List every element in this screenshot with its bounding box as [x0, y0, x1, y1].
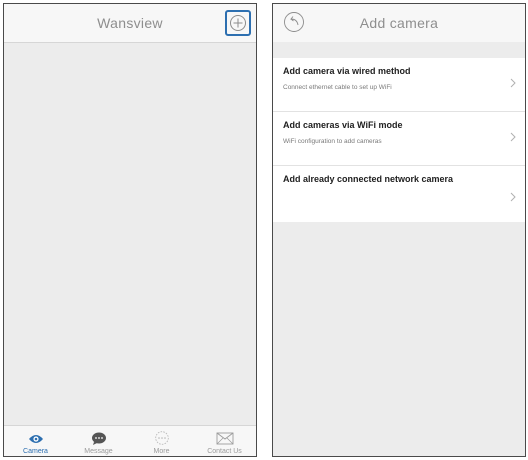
plus-circle-icon: [230, 15, 246, 31]
item-title: Add camera via wired method: [283, 66, 411, 76]
section-gap: [273, 42, 525, 58]
chat-bubble-icon: [91, 432, 106, 445]
tab-label: More: [153, 448, 170, 455]
page-title: Add camera: [359, 15, 439, 31]
tab-label: Camera: [23, 448, 48, 455]
tab-message[interactable]: Message: [67, 426, 130, 456]
page-title: Wansview: [97, 15, 163, 31]
item-subtitle: Connect ethernet cable to set up WiFi: [283, 84, 392, 91]
envelope-icon: [216, 432, 233, 445]
add-camera-screen: Add camera Add camera via wired method C…: [272, 3, 526, 457]
chevron-right-icon: [510, 192, 516, 202]
list-item-wired[interactable]: Add camera via wired method Connect ethe…: [273, 58, 525, 112]
chevron-right-icon: [510, 78, 516, 88]
tab-contact-us[interactable]: Contact Us: [193, 426, 256, 456]
chevron-right-icon: [510, 132, 516, 142]
camera-list-screen: Wansview Camera Message More Contact Us: [3, 3, 257, 457]
eye-icon: [28, 435, 43, 443]
tab-label: Message: [84, 448, 113, 455]
tab-camera[interactable]: Camera: [4, 426, 67, 456]
list-item-network[interactable]: Add already connected network camera: [273, 166, 525, 222]
dots-circle-icon: [154, 431, 169, 445]
list-item-wifi[interactable]: Add cameras via WiFi mode WiFi configura…: [273, 112, 525, 166]
item-subtitle: WiFi configuration to add cameras: [283, 138, 382, 145]
add-camera-button[interactable]: [225, 10, 251, 36]
tab-label: Contact Us: [207, 448, 242, 455]
item-title: Add already connected network camera: [283, 174, 454, 184]
item-title: Add cameras via WiFi mode: [283, 120, 403, 130]
tab-more[interactable]: More: [130, 426, 193, 456]
add-method-list: Add camera via wired method Connect ethe…: [273, 58, 525, 222]
top-nav-bar: Wansview: [4, 4, 256, 43]
top-nav-bar: Add camera: [273, 4, 525, 43]
bottom-tab-bar: Camera Message More Contact Us: [4, 425, 256, 456]
